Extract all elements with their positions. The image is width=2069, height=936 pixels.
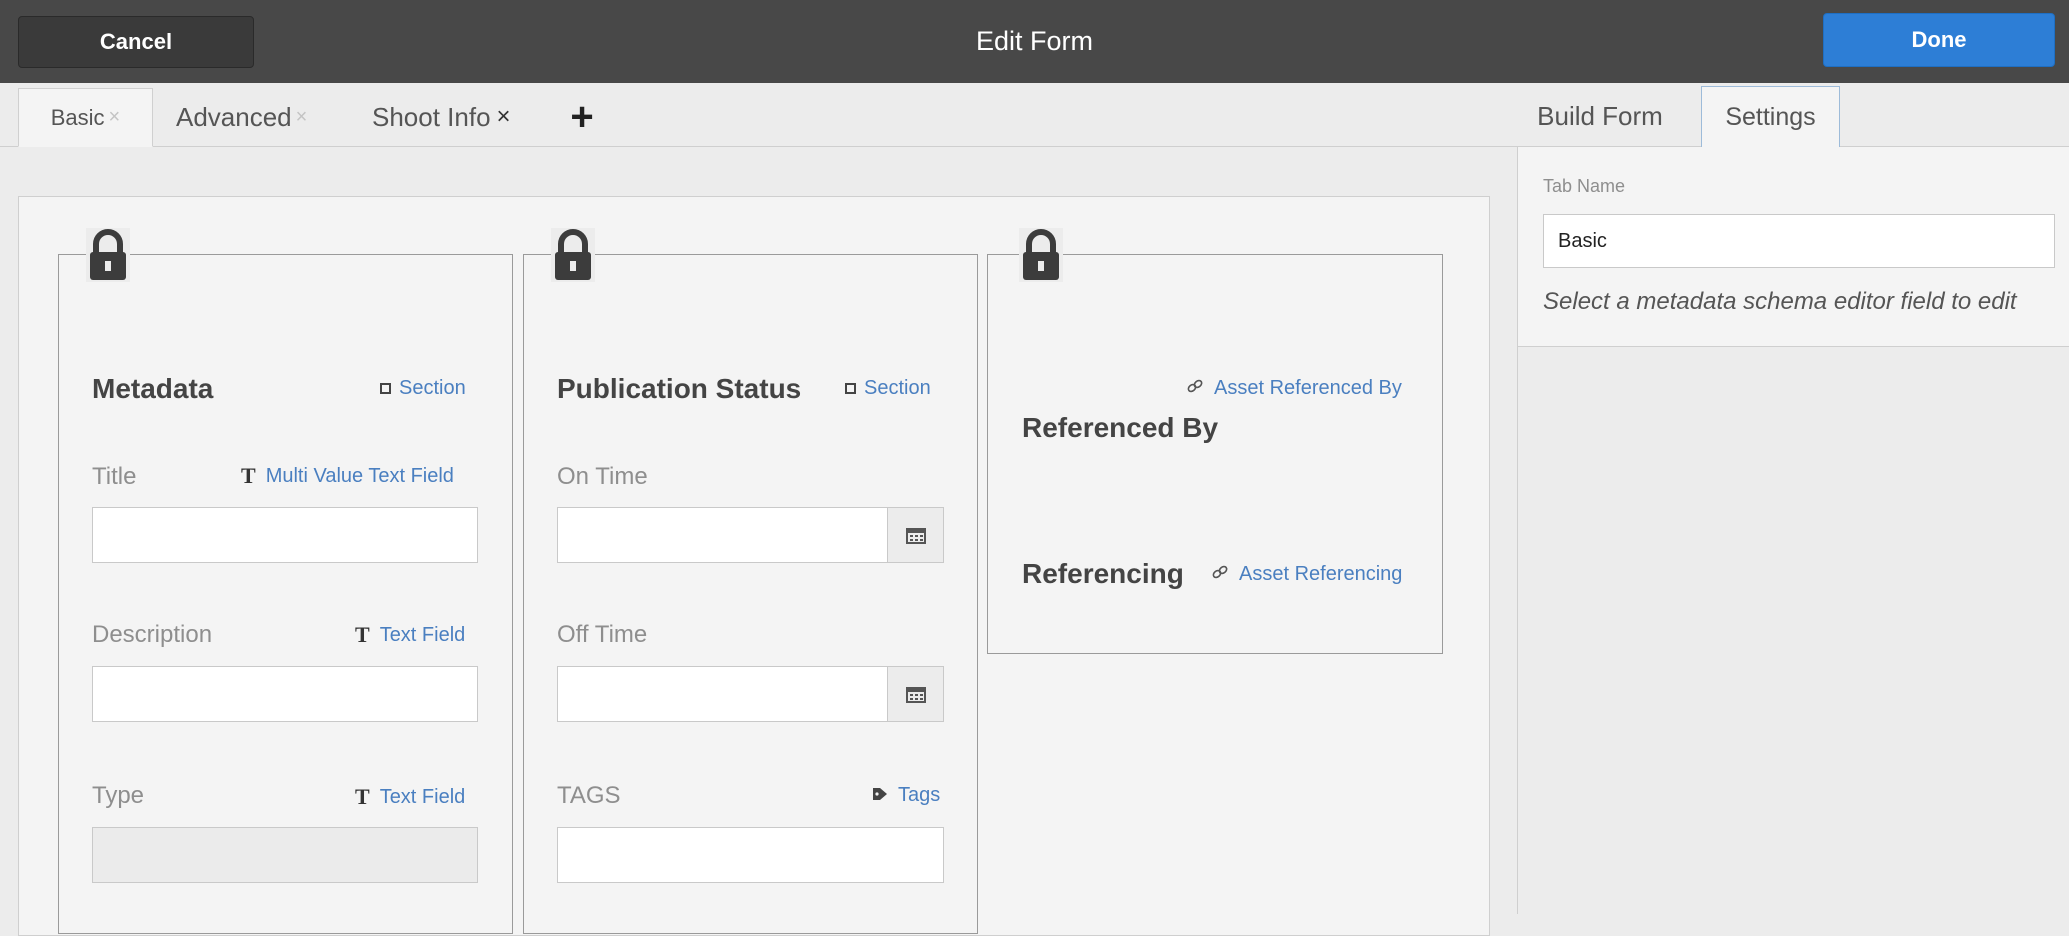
description-input[interactable] xyxy=(92,666,478,722)
link-icon xyxy=(1186,377,1204,400)
close-icon[interactable]: × xyxy=(296,106,308,129)
field-type-label: Tags xyxy=(898,784,941,806)
referenced-by-title: Referenced By xyxy=(1022,412,1219,443)
asset-referencing-link[interactable]: Asset Referencing xyxy=(1211,563,1402,586)
title-label: Title xyxy=(92,463,137,490)
calendar-icon[interactable] xyxy=(887,508,943,562)
close-icon[interactable]: × xyxy=(109,106,121,129)
section-square-icon xyxy=(380,383,391,394)
tab-shoot-info[interactable]: Shoot Info × xyxy=(372,88,511,146)
tab-label: Shoot Info xyxy=(372,101,491,132)
tags-label: TAGS xyxy=(557,782,621,809)
tab-label: Advanced xyxy=(176,101,292,132)
type-label: Type xyxy=(92,782,145,809)
tab-label: Basic xyxy=(50,104,105,130)
type-input[interactable] xyxy=(92,827,478,883)
asset-referenced-by-link[interactable]: Asset Referenced By xyxy=(1186,377,1402,400)
field-type-link[interactable]: T Text Field xyxy=(355,622,465,648)
settings-hint: Select a metadata schema editor field to… xyxy=(1543,288,2017,315)
section-square-icon xyxy=(845,383,856,394)
tab-settings[interactable]: Settings xyxy=(1701,86,1840,147)
settings-panel-empty-area xyxy=(1517,347,2069,914)
done-button[interactable]: Done xyxy=(1823,13,2055,67)
off-time-label: Off Time xyxy=(557,621,648,648)
text-field-icon: T xyxy=(355,784,370,809)
top-bar xyxy=(0,0,2069,83)
text-field-icon: T xyxy=(355,622,370,647)
text-field-icon: T xyxy=(241,463,256,488)
description-label: Description xyxy=(92,621,213,648)
field-type-label: Text Field xyxy=(379,623,466,646)
tab-basic[interactable]: Basic × xyxy=(18,88,153,147)
field-type-link[interactable]: T Text Field xyxy=(355,784,465,810)
section-link-label: Section xyxy=(399,377,466,399)
section-link-label: Section xyxy=(864,377,931,399)
tab-name-input[interactable]: Basic xyxy=(1543,214,2055,268)
tab-advanced[interactable]: Advanced × xyxy=(176,88,307,146)
tab-name-label: Tab Name xyxy=(1543,176,1626,196)
field-type-link[interactable]: T Multi Value Text Field xyxy=(241,463,454,489)
add-tab-plus-icon[interactable]: + xyxy=(562,92,602,142)
tags-input[interactable] xyxy=(557,827,944,883)
tab-build-form[interactable]: Build Form xyxy=(1520,86,1680,146)
section-link[interactable]: Section xyxy=(845,377,931,400)
field-type-link[interactable]: Tags xyxy=(872,784,940,807)
field-type-label: Multi Value Text Field xyxy=(265,464,454,487)
references-column[interactable] xyxy=(987,254,1443,654)
field-type-label: Text Field xyxy=(379,785,466,808)
metadata-title: Metadata xyxy=(92,373,214,404)
close-icon[interactable]: × xyxy=(497,103,511,131)
lock-icon[interactable] xyxy=(551,228,595,282)
asset-referencing-label: Asset Referencing xyxy=(1239,563,1403,585)
link-icon xyxy=(1211,563,1229,586)
cancel-button[interactable]: Cancel xyxy=(18,16,254,68)
referencing-title: Referencing xyxy=(1022,558,1184,589)
off-time-input[interactable] xyxy=(557,666,944,722)
on-time-input[interactable] xyxy=(557,507,944,563)
title-input[interactable] xyxy=(92,507,478,563)
section-link[interactable]: Section xyxy=(380,377,466,400)
lock-icon[interactable] xyxy=(86,228,130,282)
on-time-label: On Time xyxy=(557,463,648,490)
lock-icon[interactable] xyxy=(1019,228,1063,282)
calendar-icon[interactable] xyxy=(887,667,943,721)
publication-title: Publication Status xyxy=(557,373,802,404)
tag-icon xyxy=(872,784,888,807)
asset-referenced-by-label: Asset Referenced By xyxy=(1214,377,1402,399)
